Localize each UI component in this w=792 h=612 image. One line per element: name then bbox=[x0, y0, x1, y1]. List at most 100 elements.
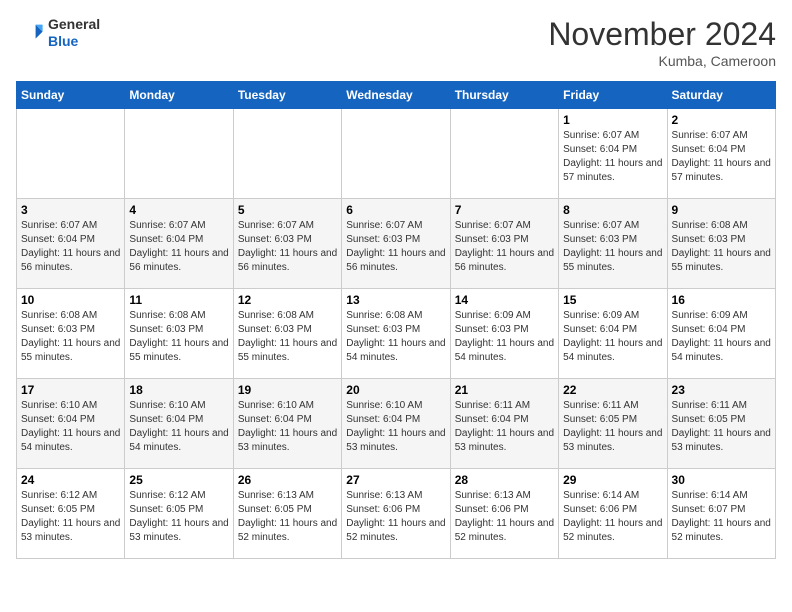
day-number: 2 bbox=[672, 113, 771, 127]
calendar-cell: 9 Sunrise: 6:08 AM Sunset: 6:03 PM Daylig… bbox=[667, 199, 775, 289]
calendar-cell: 2Sunrise: 6:07 AM Sunset: 6:04 PM Daylig… bbox=[667, 109, 775, 199]
day-number: 10 bbox=[21, 293, 120, 307]
month-title: November 2024 bbox=[548, 16, 776, 53]
day-info: Sunrise: 6:10 AM Sunset: 6:04 PM Dayligh… bbox=[346, 399, 445, 455]
day-number: 30 bbox=[672, 473, 771, 487]
day-info: Sunrise: 6:08 AM Sunset: 6:03 PM Dayligh… bbox=[238, 309, 337, 365]
calendar-cell: 29 Sunrise: 6:14 AM Sunset: 6:06 PM Dayli… bbox=[559, 469, 667, 559]
day-number: 1 bbox=[563, 113, 662, 127]
day-info: Sunrise: 6:07 AM Sunset: 6:03 PM Dayligh… bbox=[238, 219, 337, 275]
calendar-cell: 18 Sunrise: 6:10 AM Sunset: 6:04 PM Dayli… bbox=[125, 379, 233, 469]
calendar-week-row: 3 Sunrise: 6:07 AM Sunset: 6:04 PM Daylig… bbox=[17, 199, 776, 289]
calendar-cell bbox=[125, 109, 233, 199]
day-number: 4 bbox=[129, 203, 228, 217]
calendar-cell: 13Sunrise: 6:08 AM Sunset: 6:03 PM Dayli… bbox=[342, 289, 450, 379]
day-number: 25 bbox=[129, 473, 228, 487]
day-of-week-header: Wednesday bbox=[342, 82, 450, 109]
day-number: 19 bbox=[238, 383, 337, 397]
day-info: Sunrise: 6:07 AM Sunset: 6:03 PM Dayligh… bbox=[563, 219, 662, 275]
calendar-cell: 10Sunrise: 6:08 AM Sunset: 6:03 PM Dayli… bbox=[17, 289, 125, 379]
calendar-cell bbox=[233, 109, 341, 199]
day-of-week-header: Friday bbox=[559, 82, 667, 109]
day-info: Sunrise: 6:07 AM Sunset: 6:04 PM Dayligh… bbox=[21, 219, 120, 275]
day-of-week-header: Monday bbox=[125, 82, 233, 109]
calendar-cell: 8Sunrise: 6:07 AM Sunset: 6:03 PM Daylig… bbox=[559, 199, 667, 289]
logo-icon bbox=[16, 19, 44, 47]
day-info: Sunrise: 6:09 AM Sunset: 6:04 PM Dayligh… bbox=[563, 309, 662, 365]
day-number: 24 bbox=[21, 473, 120, 487]
day-of-week-header: Thursday bbox=[450, 82, 558, 109]
day-number: 29 bbox=[563, 473, 662, 487]
day-info: Sunrise: 6:08 AM Sunset: 6:03 PM Dayligh… bbox=[672, 219, 771, 275]
calendar-cell: 26Sunrise: 6:13 AM Sunset: 6:05 PM Dayli… bbox=[233, 469, 341, 559]
day-number: 18 bbox=[129, 383, 228, 397]
calendar-cell: 20 Sunrise: 6:10 AM Sunset: 6:04 PM Dayli… bbox=[342, 379, 450, 469]
day-info: Sunrise: 6:09 AM Sunset: 6:03 PM Dayligh… bbox=[455, 309, 554, 365]
day-of-week-header: Saturday bbox=[667, 82, 775, 109]
days-of-week-row: SundayMondayTuesdayWednesdayThursdayFrid… bbox=[17, 82, 776, 109]
day-number: 6 bbox=[346, 203, 445, 217]
location-subtitle: Kumba, Cameroon bbox=[548, 53, 776, 69]
day-number: 22 bbox=[563, 383, 662, 397]
day-info: Sunrise: 6:11 AM Sunset: 6:04 PM Dayligh… bbox=[455, 399, 554, 455]
calendar-week-row: 17 Sunrise: 6:10 AM Sunset: 6:04 PM Dayli… bbox=[17, 379, 776, 469]
day-info: Sunrise: 6:13 AM Sunset: 6:06 PM Dayligh… bbox=[455, 489, 554, 545]
calendar-cell bbox=[450, 109, 558, 199]
logo-general: General bbox=[48, 16, 100, 33]
day-info: Sunrise: 6:10 AM Sunset: 6:04 PM Dayligh… bbox=[129, 399, 228, 455]
calendar-cell: 3 Sunrise: 6:07 AM Sunset: 6:04 PM Daylig… bbox=[17, 199, 125, 289]
day-number: 26 bbox=[238, 473, 337, 487]
day-info: Sunrise: 6:07 AM Sunset: 6:04 PM Dayligh… bbox=[563, 129, 662, 185]
logo: General Blue bbox=[16, 16, 100, 50]
calendar-cell: 27Sunrise: 6:13 AM Sunset: 6:06 PM Dayli… bbox=[342, 469, 450, 559]
day-info: Sunrise: 6:10 AM Sunset: 6:04 PM Dayligh… bbox=[21, 399, 120, 455]
calendar-cell: 16 Sunrise: 6:09 AM Sunset: 6:04 PM Dayli… bbox=[667, 289, 775, 379]
calendar-cell: 5 Sunrise: 6:07 AM Sunset: 6:03 PM Daylig… bbox=[233, 199, 341, 289]
calendar-cell: 15 Sunrise: 6:09 AM Sunset: 6:04 PM Dayli… bbox=[559, 289, 667, 379]
calendar-cell: 19 Sunrise: 6:10 AM Sunset: 6:04 PM Dayli… bbox=[233, 379, 341, 469]
day-of-week-header: Tuesday bbox=[233, 82, 341, 109]
calendar-week-row: 10 Sunrise: 6:08 AM Sunset: 6:03 PM Dayli… bbox=[17, 289, 776, 379]
calendar-cell bbox=[342, 109, 450, 199]
day-info: Sunrise: 6:10 AM Sunset: 6:04 PM Dayligh… bbox=[238, 399, 337, 455]
logo-text: General Blue bbox=[48, 16, 100, 50]
calendar-cell: 7Sunrise: 6:07 AM Sunset: 6:03 PM Daylig… bbox=[450, 199, 558, 289]
calendar-cell: 21 Sunrise: 6:11 AM Sunset: 6:04 PM Dayli… bbox=[450, 379, 558, 469]
day-number: 14 bbox=[455, 293, 554, 307]
day-number: 5 bbox=[238, 203, 337, 217]
day-info: Sunrise: 6:11 AM Sunset: 6:05 PM Dayligh… bbox=[563, 399, 662, 455]
title-area: November 2024 Kumba, Cameroon bbox=[548, 16, 776, 69]
day-number: 15 bbox=[563, 293, 662, 307]
calendar-cell: 25Sunrise: 6:12 AM Sunset: 6:05 PM Dayli… bbox=[125, 469, 233, 559]
day-number: 16 bbox=[672, 293, 771, 307]
day-number: 9 bbox=[672, 203, 771, 217]
day-info: Sunrise: 6:14 AM Sunset: 6:07 PM Dayligh… bbox=[672, 489, 771, 545]
day-number: 20 bbox=[346, 383, 445, 397]
day-info: Sunrise: 6:14 AM Sunset: 6:06 PM Dayligh… bbox=[563, 489, 662, 545]
day-of-week-header: Sunday bbox=[17, 82, 125, 109]
day-info: Sunrise: 6:11 AM Sunset: 6:05 PM Dayligh… bbox=[672, 399, 771, 455]
calendar-table: SundayMondayTuesdayWednesdayThursdayFrid… bbox=[16, 81, 776, 559]
calendar-cell: 17 Sunrise: 6:10 AM Sunset: 6:04 PM Dayli… bbox=[17, 379, 125, 469]
day-number: 3 bbox=[21, 203, 120, 217]
calendar-body: 1 Sunrise: 6:07 AM Sunset: 6:04 PM Daylig… bbox=[17, 109, 776, 559]
day-number: 17 bbox=[21, 383, 120, 397]
calendar-cell: 14 Sunrise: 6:09 AM Sunset: 6:03 PM Dayli… bbox=[450, 289, 558, 379]
calendar-week-row: 1 Sunrise: 6:07 AM Sunset: 6:04 PM Daylig… bbox=[17, 109, 776, 199]
day-info: Sunrise: 6:09 AM Sunset: 6:04 PM Dayligh… bbox=[672, 309, 771, 365]
calendar-cell: 30 Sunrise: 6:14 AM Sunset: 6:07 PM Dayli… bbox=[667, 469, 775, 559]
day-number: 12 bbox=[238, 293, 337, 307]
day-info: Sunrise: 6:08 AM Sunset: 6:03 PM Dayligh… bbox=[129, 309, 228, 365]
day-info: Sunrise: 6:07 AM Sunset: 6:04 PM Dayligh… bbox=[129, 219, 228, 275]
calendar-cell: 4 Sunrise: 6:07 AM Sunset: 6:04 PM Daylig… bbox=[125, 199, 233, 289]
day-number: 28 bbox=[455, 473, 554, 487]
page-header: General Blue November 2024 Kumba, Camero… bbox=[16, 16, 776, 69]
calendar-cell: 11Sunrise: 6:08 AM Sunset: 6:03 PM Dayli… bbox=[125, 289, 233, 379]
logo-blue: Blue bbox=[48, 33, 100, 50]
calendar-cell: 22 Sunrise: 6:11 AM Sunset: 6:05 PM Dayli… bbox=[559, 379, 667, 469]
calendar-cell: 24Sunrise: 6:12 AM Sunset: 6:05 PM Dayli… bbox=[17, 469, 125, 559]
calendar-cell: 12 Sunrise: 6:08 AM Sunset: 6:03 PM Dayli… bbox=[233, 289, 341, 379]
day-info: Sunrise: 6:07 AM Sunset: 6:03 PM Dayligh… bbox=[455, 219, 554, 275]
calendar-cell: 23Sunrise: 6:11 AM Sunset: 6:05 PM Dayli… bbox=[667, 379, 775, 469]
day-number: 21 bbox=[455, 383, 554, 397]
